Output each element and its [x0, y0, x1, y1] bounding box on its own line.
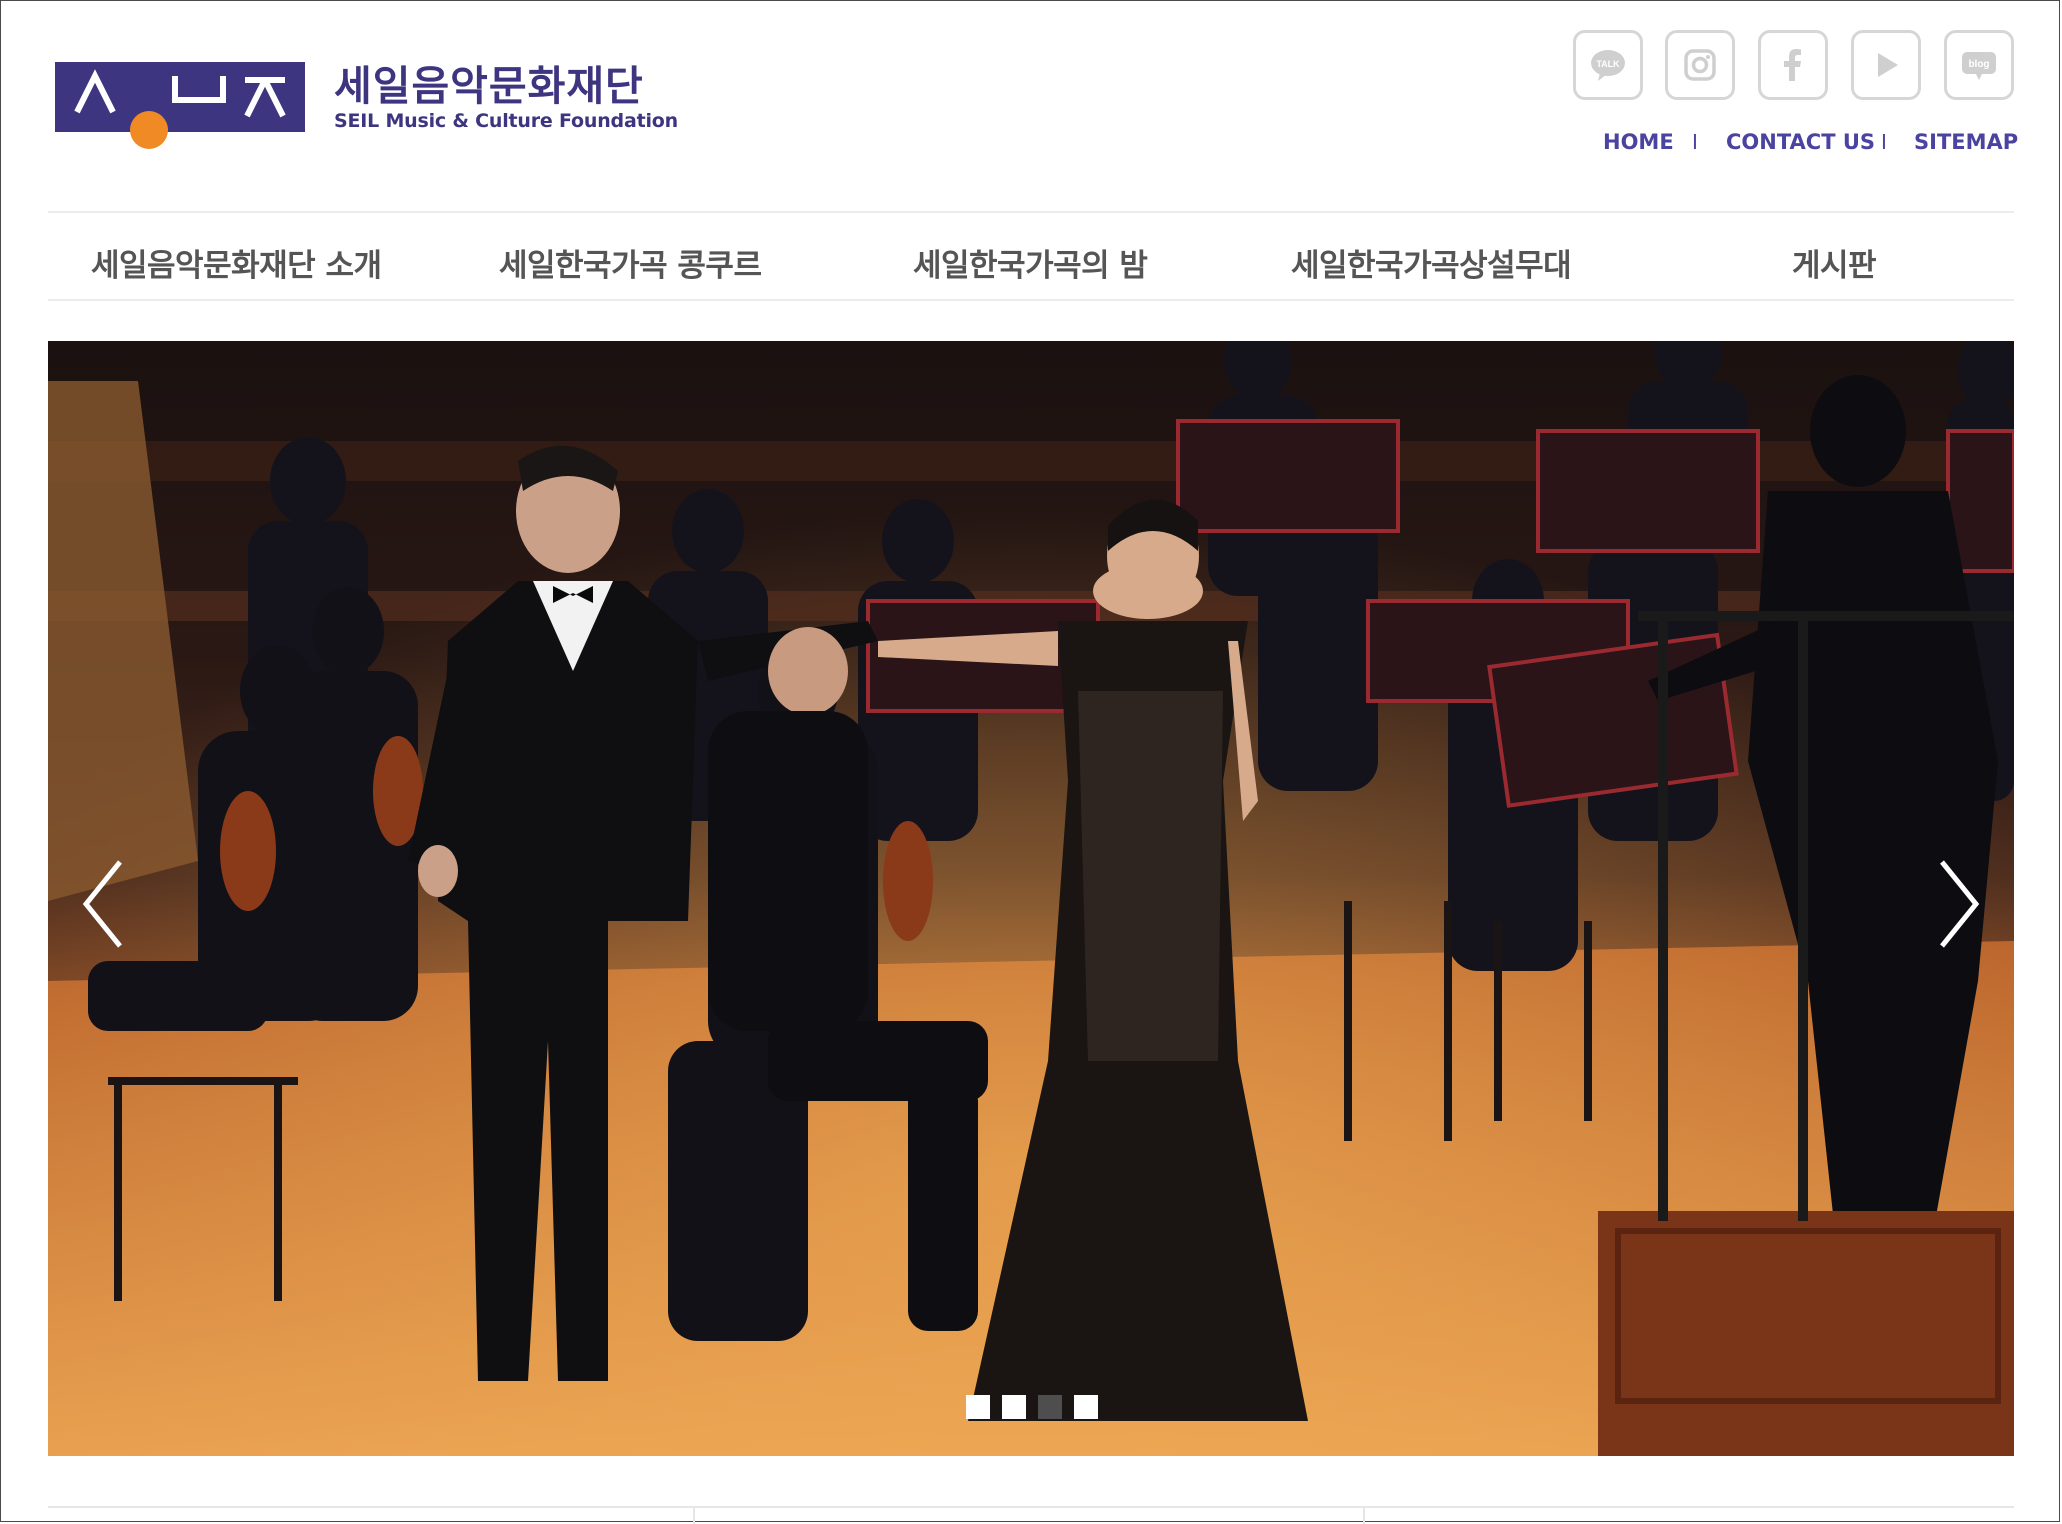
contact-us-link[interactable]: CONTACT US: [1726, 130, 1875, 154]
blog-icon: blog: [1962, 52, 1996, 80]
util-separator: I: [1881, 130, 1887, 154]
youtube-icon: [1878, 53, 1898, 77]
chevron-right-icon: [1940, 860, 1980, 948]
facebook-button[interactable]: [1758, 30, 1828, 100]
content-top-border: [48, 1506, 2014, 1508]
nav-item-evening-concert[interactable]: 세일한국가곡의 밤: [913, 240, 1148, 285]
nav-bottom-border: [48, 299, 2014, 301]
facebook-icon: [1784, 49, 1801, 81]
slider-prev-button[interactable]: [68, 849, 138, 959]
nav-item-competition[interactable]: 세일한국가곡 콩쿠르: [499, 240, 762, 285]
youtube-button[interactable]: [1851, 30, 1921, 100]
instagram-button[interactable]: [1665, 30, 1735, 100]
instagram-icon: [1684, 49, 1716, 81]
org-name-english: SEIL Music & Culture Foundation: [334, 110, 678, 132]
blog-button[interactable]: blog: [1944, 30, 2014, 100]
content-column-divider: [693, 1506, 695, 1524]
chevron-left-icon: [82, 860, 122, 948]
nav-item-about[interactable]: 세일음악문화재단 소개: [91, 240, 382, 285]
slide-image-concert: [48, 341, 2014, 1456]
kakaotalk-icon: TALK: [1591, 50, 1625, 81]
home-link[interactable]: HOME: [1603, 130, 1674, 154]
nav-item-board[interactable]: 게시판: [1792, 240, 1877, 285]
slider-pagination: [966, 1395, 1098, 1419]
content-column-divider: [1363, 1506, 1365, 1524]
util-separator: I: [1692, 130, 1698, 154]
slider-dot-1[interactable]: [966, 1395, 990, 1419]
sitemap-link[interactable]: SITEMAP: [1914, 130, 2018, 154]
org-name-korean: 세일음악문화재단: [334, 62, 644, 110]
nav-item-permanent-stage[interactable]: 세일한국가곡상설무대: [1291, 240, 1572, 285]
svg-text:blog: blog: [1968, 59, 1989, 70]
slider-next-button[interactable]: [1924, 849, 1994, 959]
svg-text:TALK: TALK: [1596, 59, 1620, 69]
nav-top-border: [48, 211, 2014, 213]
slider-dot-3[interactable]: [1038, 1395, 1062, 1419]
slider-dot-2[interactable]: [1002, 1395, 1026, 1419]
slider-dot-4[interactable]: [1074, 1395, 1098, 1419]
hero-slider[interactable]: [48, 341, 2014, 1456]
logo-mark: [55, 62, 305, 149]
kakaotalk-button[interactable]: TALK: [1573, 30, 1643, 100]
